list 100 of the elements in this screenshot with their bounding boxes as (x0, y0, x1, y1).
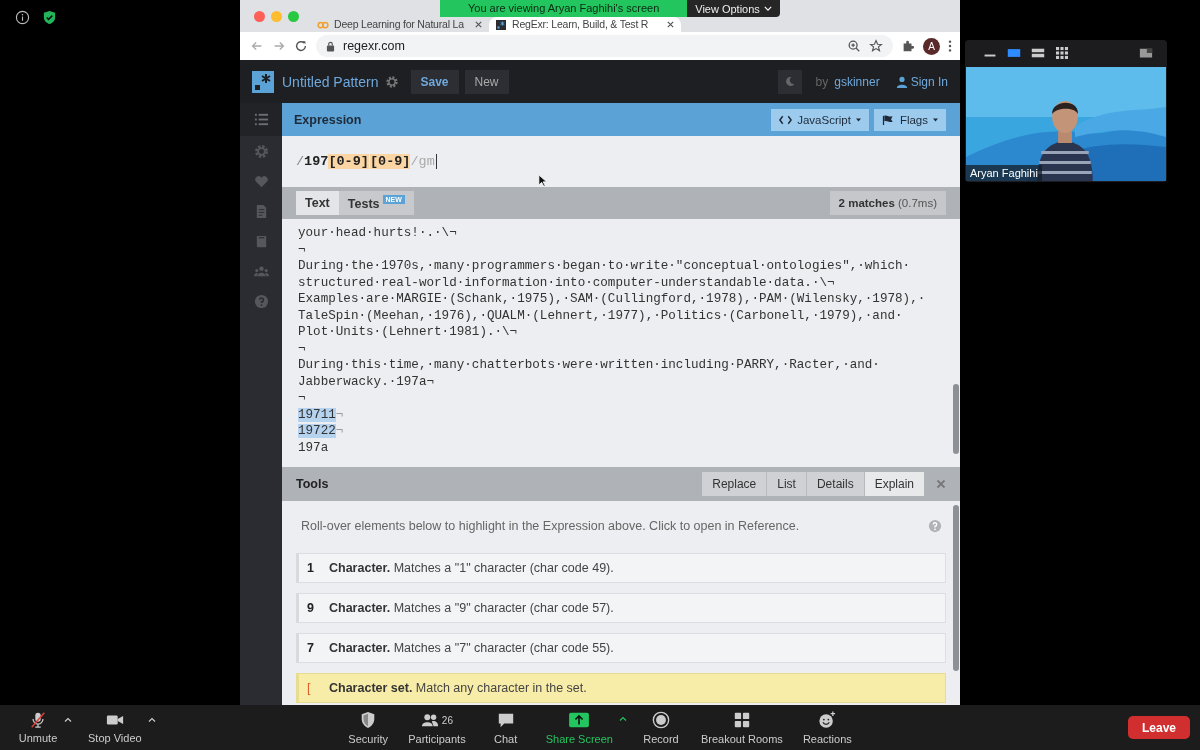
explain-row[interactable]: 7 Character. Matches a "7" character (char code 55). (296, 633, 946, 663)
editor-line: Jabberwacky.·197a¬ (298, 373, 436, 390)
tools-tab[interactable]: Replace (702, 472, 767, 496)
puzzle-icon[interactable] (901, 39, 915, 53)
editor-line: your·head·hurts!·.·\¬ (298, 225, 458, 242)
editor-line: ¬ (298, 340, 307, 357)
shield-check-icon[interactable] (42, 10, 57, 25)
engine-dropdown[interactable]: JavaScript (771, 108, 869, 131)
editor-line: ¬ (298, 390, 307, 407)
caret-icon (933, 117, 938, 122)
user-icon (895, 75, 908, 88)
editor-line: ¬ (298, 241, 307, 258)
by-label: by (815, 74, 829, 89)
toolbar-button[interactable]: Stop Video (82, 709, 148, 746)
flag-icon (881, 114, 895, 125)
tools-tab[interactable]: Details (806, 472, 864, 496)
token-description: Character. Matches a "1" character (char code 49). (329, 561, 614, 575)
new-button[interactable]: New (464, 69, 509, 94)
gallery-view-icon[interactable] (1055, 46, 1069, 59)
toolbar-button[interactable]: Unmute (12, 709, 64, 746)
toolbar-button[interactable]: Record (634, 708, 687, 747)
token-label: 7 (306, 641, 315, 655)
editor-line: 19711¬ (298, 406, 345, 423)
theme-toggle-button[interactable] (777, 69, 802, 94)
zoom-icon[interactable] (847, 39, 861, 53)
token-label: [ (306, 681, 312, 695)
muted-microphone-icon (29, 711, 47, 729)
section-title: Expression (294, 112, 362, 127)
lock-icon (326, 40, 335, 52)
editor-line: TaleSpin·(Meehan,·1976),·QUALM·(Lehnert,·1977),·Politics·(Carbonell,·1979),·and· (298, 307, 904, 324)
scrollbar-thumb[interactable] (953, 384, 959, 454)
editor-line: structured·real-world·information·into·computer-understandable·data.·\¬ (298, 274, 836, 291)
strip-view-icon[interactable] (1031, 46, 1045, 59)
layout-icon[interactable] (1139, 46, 1153, 59)
smiley-plus-icon (818, 711, 837, 729)
people-icon (420, 711, 439, 729)
caret-icon[interactable] (147, 717, 156, 722)
save-button[interactable]: Save (410, 69, 459, 94)
editor-line: 19722¬ (298, 423, 345, 440)
tab-title: RegExr: Learn, Build, & Test R (512, 18, 650, 31)
scrollbar-thumb[interactable] (953, 505, 959, 671)
explain-row[interactable]: 1 Character. Matches a "1" character (char code 49). (296, 553, 946, 583)
toolbar-button[interactable]: Security (342, 708, 395, 747)
tools-tab[interactable]: Explain (864, 472, 924, 496)
participant-name: Aryan Faghihi (966, 165, 1042, 181)
editor-line: Examples·are·MARGIE·(Schank,·1975),·SAM·(Cullingford,·1978),·PAM·(Wilensky,·1978),· (298, 291, 927, 308)
view-options-button[interactable]: View Options (687, 0, 780, 17)
regexr-logo-icon[interactable] (252, 70, 274, 93)
chevron-icon (763, 6, 772, 11)
match-count: 2 matches (0.7ms) (829, 191, 946, 215)
moon-icon (783, 75, 796, 88)
close-icon[interactable] (474, 20, 483, 29)
list-icon[interactable] (253, 112, 269, 127)
hint-text: Roll-over elements below to highlight in the Expression above. Click to open in Reference. (301, 519, 801, 533)
close-icon[interactable] (666, 20, 675, 29)
reload-icon[interactable] (294, 39, 308, 53)
gear-icon[interactable] (384, 74, 399, 89)
address-field[interactable]: regexr.com (316, 35, 893, 57)
share-banner: You are viewing Aryan Faghihi's screen (440, 0, 688, 17)
star-icon[interactable] (869, 39, 883, 53)
sign-in-link[interactable]: Sign In (895, 74, 948, 89)
chat-icon (496, 711, 515, 729)
tools-tab[interactable]: List (767, 472, 806, 496)
toolbar-button[interactable]: Breakout Rooms (694, 708, 789, 747)
pattern-name[interactable]: Untitled Pattern (282, 73, 379, 90)
flags-dropdown[interactable]: Flags (873, 108, 946, 131)
expression-field[interactable]: /197[0-9][0-9]/gm (296, 154, 437, 169)
regexr-logo-icon (495, 19, 507, 30)
menu-icon[interactable] (948, 39, 952, 53)
info-icon[interactable] (15, 10, 30, 25)
explain-row[interactable]: [ Character set. Match any character in the set. (296, 673, 946, 703)
section-title: Tools (296, 477, 329, 491)
toolbar-button[interactable]: Reactions (796, 708, 858, 747)
token-description: Character set. Match any character in the set. (329, 681, 587, 695)
panel-tab[interactable]: Tests $^{NEW}$ (338, 191, 414, 215)
grid-icon (732, 711, 751, 729)
speaker-view-icon[interactable] (1007, 46, 1021, 59)
token-label: 9 (306, 601, 315, 615)
token-description: Character. Matches a "7" character (char code 55). (329, 641, 614, 655)
editor-line: Plot·Units·(Lehnert·1981).·\¬ (298, 324, 519, 341)
code-icon (779, 114, 793, 125)
browser-tab[interactable]: Deep Learning for Natural La (311, 17, 489, 32)
author-link[interactable]: gskinner (834, 74, 880, 89)
caret-icon[interactable] (64, 717, 72, 722)
browser-tab[interactable]: RegExr: Learn, Build, & Test R (489, 17, 681, 32)
token-description: Character. Matches a "9" character (char code 57). (329, 601, 614, 615)
editor-line: During·the·1970s,·many·programmers·began·to·write·"conceptual·ontologies",·which· (298, 258, 912, 275)
profile-avatar[interactable]: A (923, 37, 940, 55)
mouse-pointer-icon (538, 174, 547, 187)
toolbar-button[interactable]: Chat (479, 708, 532, 747)
panel-tab[interactable]: Text (296, 191, 339, 215)
editor-line: 197a (298, 439, 330, 456)
toolbar-button[interactable]: Share Screen (539, 708, 619, 747)
toolbar-button[interactable]: 26 Participants (402, 708, 472, 747)
token-label: 1 (306, 561, 315, 575)
leave-button[interactable]: Leave (1127, 716, 1190, 739)
caret-icon[interactable] (618, 716, 627, 721)
record-icon (651, 711, 670, 729)
explain-row[interactable]: 9 Character. Matches a "9" character (char code 57). (296, 593, 946, 623)
tab-title: Deep Learning for Natural La (334, 18, 465, 31)
